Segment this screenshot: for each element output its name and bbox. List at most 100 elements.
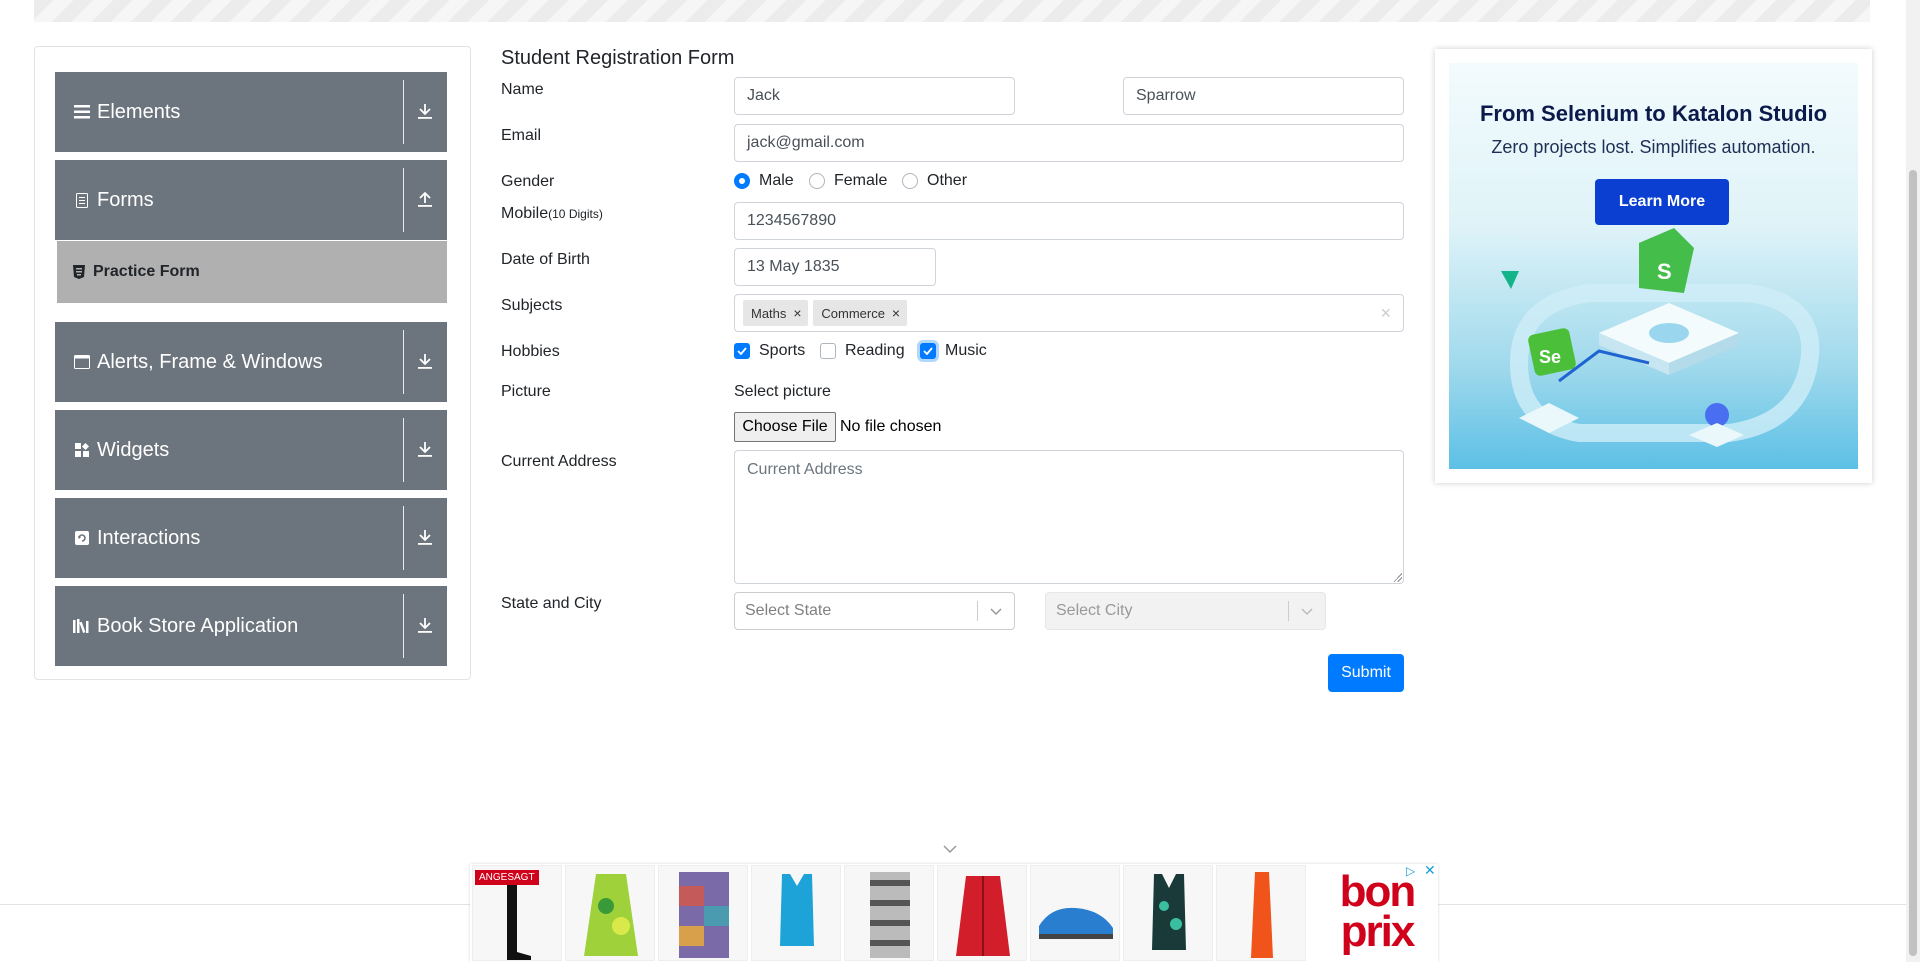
file-status: No file chosen bbox=[840, 418, 942, 435]
sidebar-item-label: Practice Form bbox=[93, 263, 200, 280]
divider bbox=[403, 506, 404, 570]
select-picture-label: Select picture bbox=[734, 383, 831, 400]
hobby-checkbox-reading[interactable]: Reading bbox=[820, 342, 905, 360]
product-thumb-patterned-swimsuit[interactable] bbox=[1123, 865, 1213, 961]
interactions-icon bbox=[72, 528, 92, 548]
ad-banner[interactable]: From Selenium to Katalon Studio Zero pro… bbox=[1449, 63, 1858, 469]
product-thumb-blue-sneaker[interactable] bbox=[1030, 865, 1120, 961]
svg-text:S: S bbox=[1657, 259, 1672, 284]
dob-input[interactable]: 13 May 1835 bbox=[734, 248, 936, 286]
hobbies-label: Hobbies bbox=[501, 343, 560, 360]
chevron-down-icon[interactable] bbox=[943, 844, 957, 854]
checkbox[interactable] bbox=[920, 343, 936, 359]
sidebar-group-forms[interactable]: Forms bbox=[55, 160, 447, 240]
state-select[interactable]: Select State bbox=[734, 592, 1015, 630]
sidebar-group-alerts[interactable]: Alerts, Frame & Windows bbox=[55, 322, 447, 402]
email-input[interactable]: jack@gmail.com bbox=[734, 124, 1404, 162]
mobile-label: Mobile(10 Digits) bbox=[501, 205, 603, 223]
widgets-icon bbox=[72, 440, 92, 460]
remove-chip-icon[interactable]: × bbox=[786, 305, 808, 321]
sidebar-group-label: Book Store Application bbox=[97, 614, 299, 637]
radio-button[interactable] bbox=[902, 173, 918, 189]
sidebar-group-label: Forms bbox=[97, 188, 154, 211]
first-name-input[interactable]: Jack bbox=[734, 77, 1015, 115]
state-city-label: State and City bbox=[501, 595, 602, 612]
remove-chip-icon[interactable]: × bbox=[885, 305, 907, 321]
download-icon[interactable] bbox=[411, 522, 439, 552]
hobby-checkbox-music[interactable]: Music bbox=[920, 342, 987, 360]
download-icon[interactable] bbox=[411, 346, 439, 376]
hobby-checkbox-sports[interactable]: Sports bbox=[734, 342, 805, 360]
radio-button[interactable] bbox=[734, 173, 750, 189]
scrollbar-thumb[interactable] bbox=[1909, 170, 1917, 956]
sidebar-group-widgets[interactable]: Widgets bbox=[55, 410, 447, 490]
books-icon bbox=[72, 616, 92, 636]
divider bbox=[403, 80, 404, 144]
product-thumb-striped-shorts[interactable] bbox=[844, 865, 934, 961]
subject-chip-label: Maths bbox=[751, 305, 787, 321]
chevron-down-icon bbox=[990, 608, 1002, 616]
submit-button[interactable]: Submit bbox=[1328, 654, 1404, 692]
gender-label: Gender bbox=[501, 173, 555, 190]
download-icon[interactable] bbox=[411, 610, 439, 640]
left-panel: Elements Forms Practice Form Alerts, Fra… bbox=[34, 46, 471, 680]
product-thumb-green-tunic[interactable] bbox=[565, 865, 655, 961]
mobile-input[interactable]: 1234567890 bbox=[734, 202, 1404, 240]
upload-icon[interactable] bbox=[411, 184, 439, 214]
download-icon[interactable] bbox=[411, 96, 439, 126]
subject-chip-label: Commerce bbox=[821, 305, 885, 321]
bonprix-logo[interactable]: bon prix bbox=[1322, 870, 1432, 954]
download-icon[interactable] bbox=[411, 434, 439, 464]
subject-chip: Commerce × bbox=[813, 300, 907, 326]
sidebar-group-label: Elements bbox=[97, 100, 181, 123]
textarea-placeholder: Current Address bbox=[747, 461, 863, 478]
scrollbar[interactable] bbox=[1906, 0, 1920, 962]
document-icon bbox=[72, 190, 92, 210]
top-banner bbox=[34, 0, 1870, 22]
subjects-input[interactable]: Maths × Commerce × × bbox=[734, 294, 1404, 332]
subjects-label: Subjects bbox=[501, 297, 563, 314]
checkbox-label: Reading bbox=[845, 342, 905, 359]
adchoices-icon[interactable]: ▷ bbox=[1406, 864, 1415, 878]
radio-button[interactable] bbox=[809, 173, 825, 189]
checkbox[interactable] bbox=[734, 343, 750, 359]
choose-file-button[interactable]: Choose File bbox=[734, 412, 836, 442]
sidebar-item-practice-form[interactable]: Practice Form bbox=[57, 241, 447, 303]
katalon-ad[interactable]: From Selenium to Katalon Studio Zero pro… bbox=[1435, 49, 1872, 483]
product-thumb-red-jacket[interactable] bbox=[937, 865, 1027, 961]
gender-radio-other[interactable]: Other bbox=[902, 172, 967, 190]
sidebar-group-book-store[interactable]: Book Store Application bbox=[55, 586, 447, 666]
radio-label: Other bbox=[927, 172, 968, 189]
resize-handle[interactable] bbox=[1392, 572, 1402, 582]
name-label: Name bbox=[501, 81, 544, 98]
city-select[interactable]: Select City bbox=[1045, 592, 1326, 630]
chevron-down-icon bbox=[1301, 608, 1313, 616]
mobile-label-text: Mobile bbox=[501, 205, 549, 222]
mobile-hint: (10 Digits) bbox=[548, 207, 603, 221]
sidebar-group-label: Alerts, Frame & Windows bbox=[97, 350, 323, 373]
product-thumb-patchwork-dress[interactable] bbox=[658, 865, 748, 961]
gender-radio-male[interactable]: Male bbox=[734, 172, 794, 190]
radio-label: Male bbox=[759, 172, 794, 189]
sidebar-group-elements[interactable]: Elements bbox=[55, 72, 447, 152]
product-thumb-boots[interactable]: ANGESAGT bbox=[472, 865, 562, 961]
bonprix-ad[interactable]: ANGESAGT bon prix ▷ ✕ bbox=[470, 862, 1438, 962]
ad-illustration: S Se bbox=[1501, 228, 1820, 447]
badge: ANGESAGT bbox=[475, 870, 539, 885]
divider bbox=[403, 168, 404, 232]
divider bbox=[403, 594, 404, 658]
last-name-input[interactable]: Sparrow bbox=[1123, 77, 1404, 115]
window-icon bbox=[72, 352, 92, 372]
current-address-textarea[interactable]: Current Address bbox=[734, 450, 1404, 584]
clear-icon[interactable]: × bbox=[1380, 303, 1391, 324]
city-placeholder: Select City bbox=[1056, 602, 1133, 619]
checkbox[interactable] bbox=[820, 343, 836, 359]
sidebar-group-label: Interactions bbox=[97, 526, 201, 549]
subject-chip: Maths × bbox=[743, 300, 809, 326]
product-thumb-orange-skirt[interactable] bbox=[1216, 865, 1306, 961]
sidebar-group-interactions[interactable]: Interactions bbox=[55, 498, 447, 578]
divider bbox=[977, 601, 978, 621]
gender-radio-female[interactable]: Female bbox=[809, 172, 887, 190]
product-thumb-blue-swimsuit[interactable] bbox=[751, 865, 841, 961]
close-icon[interactable]: ✕ bbox=[1424, 862, 1436, 879]
